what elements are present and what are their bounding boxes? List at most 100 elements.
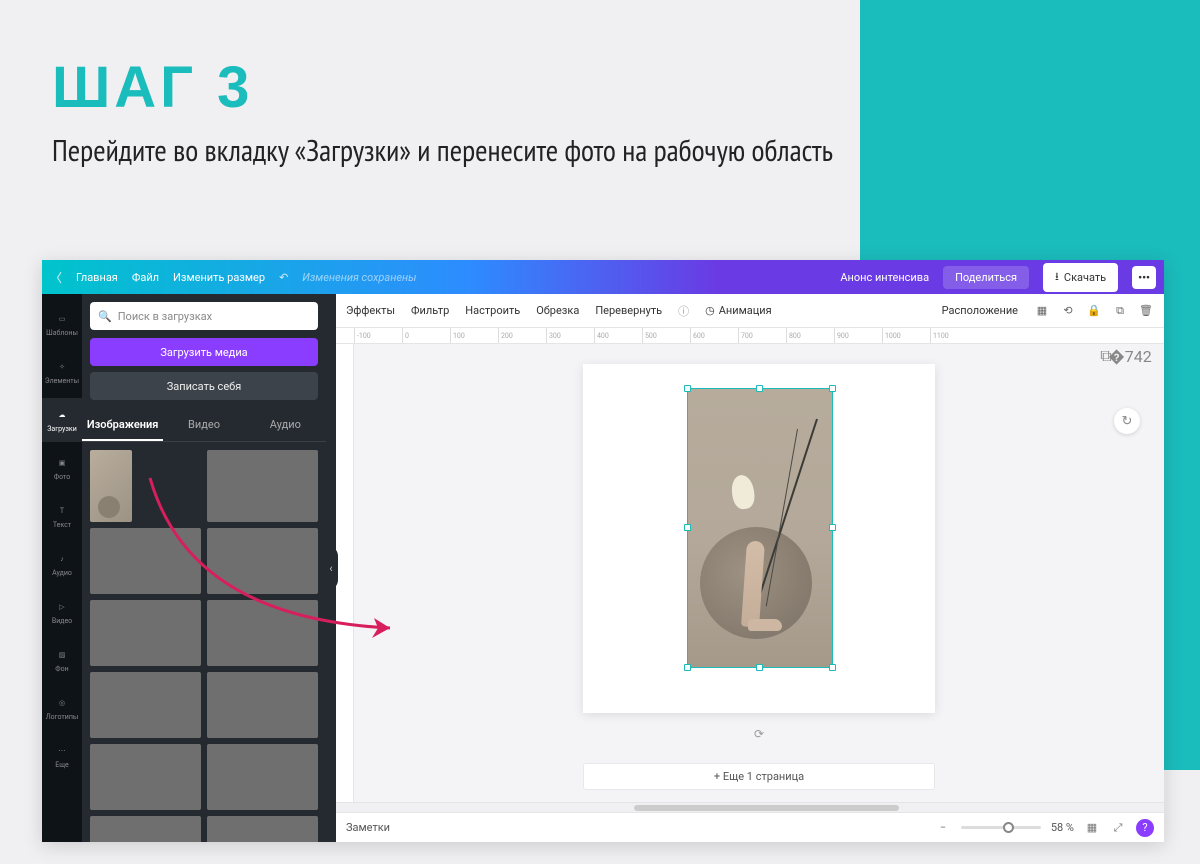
lock-icon[interactable]: 🔒 xyxy=(1086,303,1102,319)
download-icon: ⭳ xyxy=(1055,268,1059,287)
link-icon[interactable]: ⟲ xyxy=(1060,303,1076,319)
rail-background[interactable]: ▨Фон xyxy=(42,638,82,682)
clock-icon: ◷ xyxy=(705,304,715,317)
upload-thumbnail[interactable] xyxy=(90,816,201,842)
save-status: Изменения сохранены xyxy=(302,271,416,284)
text-icon: T xyxy=(55,504,69,518)
step-number: ШАГ 3 xyxy=(52,54,833,121)
rail-video[interactable]: ▷Видео xyxy=(42,590,82,634)
more-icon: ⋯ xyxy=(55,744,69,758)
uploads-panel: 🔍 Поиск в загрузках Загрузить медиа Запи… xyxy=(82,294,326,842)
left-rail: ▭Шаблоны ✧Элементы ☁Загрузки ▣Фото TТекс… xyxy=(42,294,82,842)
upload-thumbnail[interactable] xyxy=(207,744,318,810)
help-icon[interactable]: ? xyxy=(1136,819,1154,837)
upload-thumbnail[interactable] xyxy=(207,816,318,842)
tool-effects[interactable]: Эффекты xyxy=(346,304,395,317)
rail-text[interactable]: TТекст xyxy=(42,494,82,538)
canvas-viewport[interactable]: ⧉ �742 ↻ xyxy=(354,344,1164,802)
tool-position[interactable]: Расположение xyxy=(942,304,1018,317)
nav-file[interactable]: Файл xyxy=(132,271,159,284)
rail-photo[interactable]: ▣Фото xyxy=(42,446,82,490)
back-chevron-icon[interactable]: 〈 xyxy=(50,269,62,286)
resize-handle[interactable] xyxy=(829,664,836,671)
search-icon: 🔍 xyxy=(98,310,112,323)
transparency-icon[interactable]: ▦ xyxy=(1034,303,1050,319)
canvas-page[interactable] xyxy=(583,364,935,713)
resize-handle[interactable] xyxy=(829,524,836,531)
ruler-horizontal: -100 0 100 200 300 400 500 600 700 800 9… xyxy=(336,328,1164,344)
fullscreen-icon[interactable]: ⤢ xyxy=(1110,820,1126,836)
rail-logos[interactable]: ◎Логотипы xyxy=(42,686,82,730)
rail-more[interactable]: ⋯Еще xyxy=(42,734,82,778)
rail-elements[interactable]: ✧Элементы xyxy=(42,350,82,394)
tool-crop[interactable]: Обрезка xyxy=(536,304,579,317)
nav-home[interactable]: Главная xyxy=(76,271,118,284)
resize-handle[interactable] xyxy=(756,664,763,671)
duplicate-icon[interactable]: ⧉ xyxy=(1112,303,1128,319)
audio-icon: ♪ xyxy=(55,552,69,566)
resize-handle[interactable] xyxy=(756,385,763,392)
media-tabs: Изображения Видео Аудио xyxy=(82,410,326,442)
share-button[interactable]: Поделиться xyxy=(943,266,1029,289)
upload-thumbnail[interactable] xyxy=(90,672,201,738)
selected-image[interactable] xyxy=(687,388,833,668)
trash-icon[interactable]: 🗑 xyxy=(1138,303,1154,319)
panel-collapse-handle[interactable] xyxy=(326,294,336,842)
editor-area: Эффекты Фильтр Настроить Обрезка Перевер… xyxy=(336,294,1164,842)
record-yourself-button[interactable]: Записать себя xyxy=(90,372,318,400)
sync-icon[interactable]: ⟳ xyxy=(750,725,768,743)
photo-icon: ▣ xyxy=(55,456,69,470)
upload-thumbnail[interactable] xyxy=(207,450,318,522)
app-topbar: 〈 Главная Файл Изменить размер ↶ Изменен… xyxy=(42,260,1164,294)
search-placeholder: Поиск в загрузках xyxy=(118,310,212,323)
upload-thumbnail[interactable] xyxy=(207,528,318,594)
undo-icon[interactable]: ↶ xyxy=(279,271,288,284)
refresh-fab-icon[interactable]: ↻ xyxy=(1114,408,1140,434)
tool-animate[interactable]: ◷Анимация xyxy=(705,304,772,317)
background-icon: ▨ xyxy=(55,648,69,662)
elements-icon: ✧ xyxy=(55,360,69,374)
resize-handle[interactable] xyxy=(829,385,836,392)
tool-flip[interactable]: Перевернуть xyxy=(595,304,662,317)
project-title[interactable]: Анонс интенсива xyxy=(840,271,929,284)
templates-icon: ▭ xyxy=(55,312,69,326)
zoom-value: 58 % xyxy=(1051,821,1074,834)
info-icon[interactable]: ⓘ xyxy=(678,303,689,319)
rail-templates[interactable]: ▭Шаблоны xyxy=(42,302,82,346)
grid-view-icon[interactable]: ▦ xyxy=(1084,820,1100,836)
image-content xyxy=(688,389,832,667)
rail-uploads[interactable]: ☁Загрузки xyxy=(42,398,82,442)
zoom-slider[interactable] xyxy=(961,826,1041,829)
tab-video[interactable]: Видео xyxy=(163,410,244,441)
add-page-button[interactable]: + Еще 1 страница xyxy=(583,763,935,790)
canva-window: 〈 Главная Файл Изменить размер ↶ Изменен… xyxy=(42,260,1164,842)
upload-media-button[interactable]: Загрузить медиа xyxy=(90,338,318,366)
download-button[interactable]: ⭳ Скачать xyxy=(1043,263,1118,292)
nav-resize[interactable]: Изменить размер xyxy=(173,271,265,284)
upload-thumbnail[interactable] xyxy=(90,744,201,810)
more-menu-button[interactable]: ••• xyxy=(1132,266,1156,289)
upload-thumbnail[interactable] xyxy=(90,450,132,522)
add-page-icon[interactable]: �742 xyxy=(1122,348,1138,364)
video-icon: ▷ xyxy=(55,600,69,614)
resize-handle[interactable] xyxy=(684,385,691,392)
search-input[interactable]: 🔍 Поиск в загрузках xyxy=(90,302,318,330)
uploads-grid xyxy=(82,442,326,842)
cloud-upload-icon: ☁ xyxy=(55,408,69,422)
upload-thumbnail[interactable] xyxy=(207,672,318,738)
upload-thumbnail[interactable] xyxy=(90,528,201,594)
rail-audio[interactable]: ♪Аудио xyxy=(42,542,82,586)
tab-audio[interactable]: Аудио xyxy=(245,410,326,441)
resize-handle[interactable] xyxy=(684,664,691,671)
tool-filter[interactable]: Фильтр xyxy=(411,304,449,317)
upload-thumbnail[interactable] xyxy=(207,600,318,666)
instruction-heading: ШАГ 3 Перейдите во вкладку «Загрузки» и … xyxy=(52,54,833,172)
upload-thumbnail[interactable] xyxy=(90,600,201,666)
tool-adjust[interactable]: Настроить xyxy=(465,304,520,317)
tab-images[interactable]: Изображения xyxy=(82,410,163,441)
zoom-out-icon[interactable]: − xyxy=(935,820,951,836)
logos-icon: ◎ xyxy=(55,696,69,710)
resize-handle[interactable] xyxy=(684,524,691,531)
notes-button[interactable]: Заметки xyxy=(346,821,390,834)
horizontal-scrollbar[interactable] xyxy=(336,802,1164,812)
